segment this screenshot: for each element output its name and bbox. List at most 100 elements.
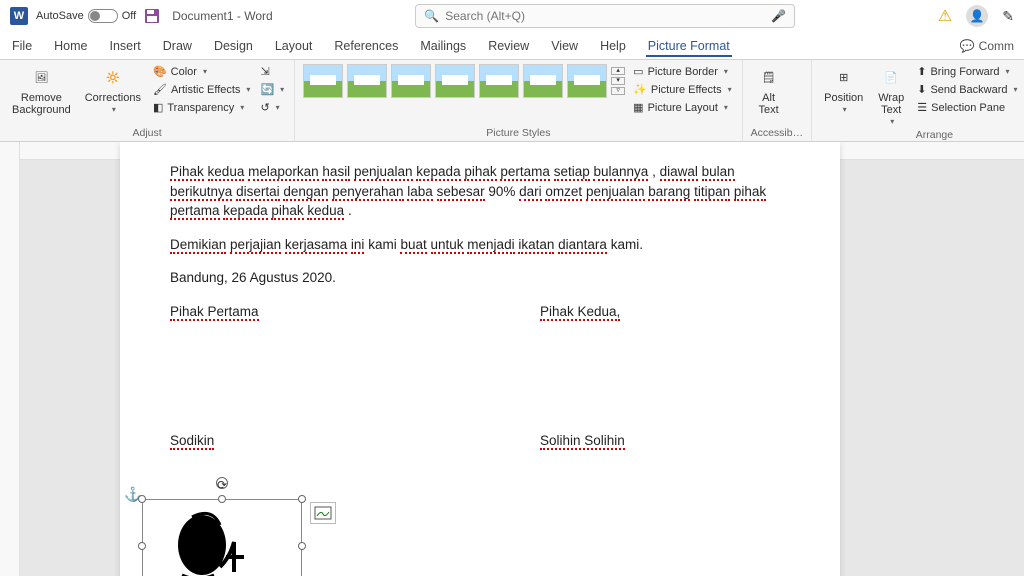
picture-style-gallery[interactable]: ▴▾▿ xyxy=(303,64,625,98)
border-icon: ▭ xyxy=(633,65,643,78)
party-2-label[interactable]: Pihak Kedua, xyxy=(540,304,620,321)
tab-design[interactable]: Design xyxy=(212,35,255,57)
transparency-icon: ◧ xyxy=(153,101,163,114)
chevron-down-icon: ▾ xyxy=(112,106,116,115)
selpane-icon: ☰ xyxy=(917,101,927,114)
selected-picture[interactable]: ⟳ xyxy=(142,499,302,576)
reset-picture-button[interactable]: ↺▾ xyxy=(258,100,286,115)
layout-icon: ▦ xyxy=(633,101,643,114)
tab-file[interactable]: File xyxy=(10,35,34,57)
picture-border-button[interactable]: ▭Picture Border▾ xyxy=(631,64,733,79)
color-icon: 🎨 xyxy=(153,65,167,78)
tab-help[interactable]: Help xyxy=(598,35,628,57)
comments-button[interactable]: 💬 Comm xyxy=(960,39,1014,53)
name-2[interactable]: Solihin Solihin xyxy=(540,433,625,450)
ribbon-tabs: File Home Insert Draw Design Layout Refe… xyxy=(0,32,1024,60)
tab-insert[interactable]: Insert xyxy=(108,35,143,57)
search-box[interactable]: 🔍 🎤 xyxy=(415,4,795,28)
rotate-handle[interactable]: ⟳ xyxy=(216,477,228,489)
wrap-icon: 📄 xyxy=(877,66,905,90)
word-app-icon: W xyxy=(10,7,28,25)
group-adjust: 🖼 Remove Background 🔆 Corrections ▾ 🎨Col… xyxy=(0,60,295,141)
position-icon: ⊞ xyxy=(830,66,858,90)
group-accessibility: 🗒 Alt Text Accessib… xyxy=(743,60,813,141)
ribbon: 🖼 Remove Background 🔆 Corrections ▾ 🎨Col… xyxy=(0,60,1024,142)
workspace: 1 2 3 4 5 6 Pihak kedua melaporkan hasil… xyxy=(0,142,1024,576)
canvas[interactable]: 1 2 3 4 5 6 Pihak kedua melaporkan hasil… xyxy=(20,142,1024,576)
tab-view[interactable]: View xyxy=(549,35,580,57)
resize-handle[interactable] xyxy=(298,542,306,550)
title-bar: W AutoSave Off Document1 - Word 🔍 🎤 ⚠ 👤 … xyxy=(0,0,1024,32)
tab-picture-format[interactable]: Picture Format xyxy=(646,35,732,57)
user-avatar[interactable]: 👤 xyxy=(966,5,988,27)
corrections-icon: 🔆 xyxy=(99,66,127,90)
autosave-toggle[interactable]: AutoSave Off xyxy=(36,9,136,23)
autosave-state: Off xyxy=(122,10,136,22)
alt-text-button[interactable]: 🗒 Alt Text xyxy=(751,64,787,118)
name-1[interactable]: Sodikin xyxy=(170,433,214,450)
style-thumb[interactable] xyxy=(435,64,475,98)
toggle-switch-icon[interactable] xyxy=(88,9,118,23)
alt-text-icon: 🗒 xyxy=(755,66,783,90)
style-thumb[interactable] xyxy=(567,64,607,98)
artistic-icon: 🖌 xyxy=(153,83,167,96)
style-thumb[interactable] xyxy=(347,64,387,98)
resize-handle[interactable] xyxy=(298,495,306,503)
resize-handle[interactable] xyxy=(138,542,146,550)
compress-icon: ⇲ xyxy=(260,65,269,78)
bring-forward-button[interactable]: ⬆Bring Forward▾ xyxy=(915,64,1019,79)
group-arrange: ⊞Position▾ 📄Wrap Text▾ ⬆Bring Forward▾ ⬇… xyxy=(812,60,1024,141)
paragraph-2[interactable]: Demikian perjajian kerjasama ini kami bu… xyxy=(170,235,790,255)
group-label-adjust: Adjust xyxy=(8,127,286,140)
search-icon: 🔍 xyxy=(424,9,439,23)
corrections-button[interactable]: 🔆 Corrections ▾ xyxy=(81,64,145,117)
signature-image[interactable] xyxy=(172,507,272,576)
reset-icon: ↺ xyxy=(260,101,269,114)
resize-handle[interactable] xyxy=(138,495,146,503)
picture-effects-button[interactable]: ✨Picture Effects▾ xyxy=(631,82,733,97)
remove-background-button[interactable]: 🖼 Remove Background xyxy=(8,64,75,118)
position-button[interactable]: ⊞Position▾ xyxy=(820,64,867,117)
tab-draw[interactable]: Draw xyxy=(161,35,194,57)
tab-home[interactable]: Home xyxy=(52,35,89,57)
picture-layout-button[interactable]: ▦Picture Layout▾ xyxy=(631,100,733,115)
gallery-more[interactable]: ▴▾▿ xyxy=(611,67,625,95)
search-input[interactable] xyxy=(445,9,765,23)
send-backward-button[interactable]: ⬇Send Backward▾ xyxy=(915,82,1019,97)
artistic-effects-button[interactable]: 🖌Artistic Effects▾ xyxy=(151,82,252,97)
selection-pane-button[interactable]: ☰Selection Pane xyxy=(915,100,1019,115)
document-title: Document1 - Word xyxy=(172,9,272,23)
tab-mailings[interactable]: Mailings xyxy=(418,35,468,57)
compress-button[interactable]: ⇲ xyxy=(258,64,286,79)
mic-icon[interactable]: 🎤 xyxy=(771,9,786,23)
change-picture-button[interactable]: 🔄▾ xyxy=(258,82,286,97)
vertical-ruler[interactable] xyxy=(0,142,20,576)
resize-handle[interactable] xyxy=(218,495,226,503)
group-picture-styles: ▴▾▿ ▭Picture Border▾ ✨Picture Effects▾ ▦… xyxy=(295,60,742,141)
group-label-styles: Picture Styles xyxy=(303,127,733,140)
color-button[interactable]: 🎨Color▾ xyxy=(151,64,252,79)
tab-layout[interactable]: Layout xyxy=(273,35,315,57)
effects-icon: ✨ xyxy=(633,83,647,96)
autosave-label: AutoSave xyxy=(36,10,84,22)
change-pic-icon: 🔄 xyxy=(260,83,274,96)
backward-icon: ⬇ xyxy=(917,83,926,96)
paragraph-1[interactable]: Pihak kedua melaporkan hasil penjualan k… xyxy=(170,162,790,221)
transparency-button[interactable]: ◧Transparency▾ xyxy=(151,100,252,115)
tab-references[interactable]: References xyxy=(332,35,400,57)
tab-review[interactable]: Review xyxy=(486,35,531,57)
remove-bg-icon: 🖼 xyxy=(27,66,55,90)
save-icon[interactable] xyxy=(144,8,160,24)
layout-options-button[interactable] xyxy=(310,502,336,524)
group-label-arrange: Arrange xyxy=(820,129,1024,142)
wrap-text-button[interactable]: 📄Wrap Text▾ xyxy=(873,64,909,129)
party-1-label[interactable]: Pihak Pertama xyxy=(170,304,259,321)
group-label-access: Accessib… xyxy=(751,127,804,140)
style-thumb[interactable] xyxy=(479,64,519,98)
style-thumb[interactable] xyxy=(523,64,563,98)
style-thumb[interactable] xyxy=(391,64,431,98)
warning-icon[interactable]: ⚠ xyxy=(938,6,952,26)
pen-mode-icon[interactable]: ✎ xyxy=(1002,8,1014,25)
date-line[interactable]: Bandung, 26 Agustus 2020. xyxy=(170,268,790,288)
style-thumb[interactable] xyxy=(303,64,343,98)
